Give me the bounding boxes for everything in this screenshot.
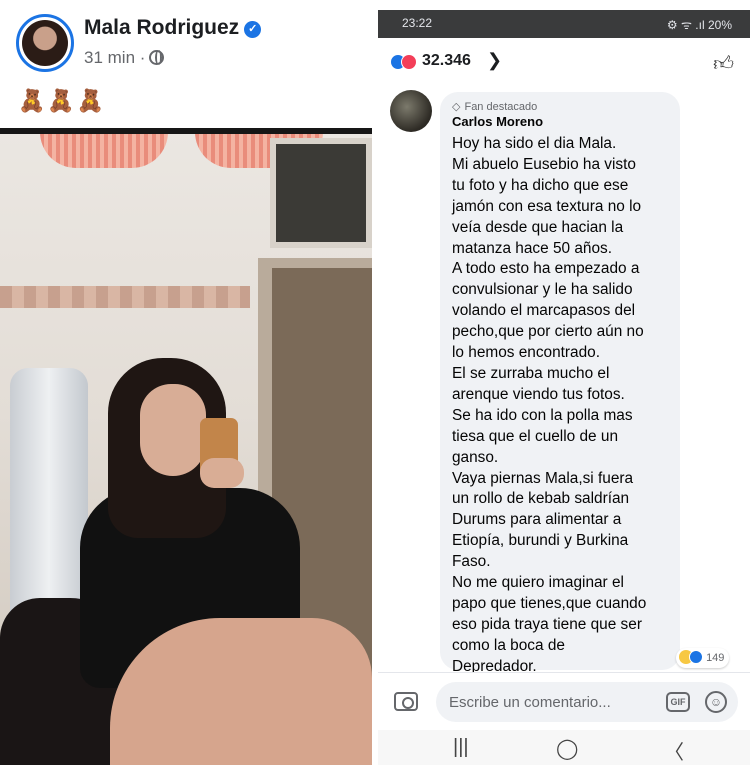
verified-badge-icon: ✓	[244, 21, 262, 38]
gif-button[interactable]: GIF	[666, 692, 690, 712]
post-photo[interactable]	[0, 128, 372, 765]
avatar-image	[22, 20, 68, 66]
comment-line: convulsionar y le ha salido	[452, 281, 633, 299]
comment-line: No me quiero imaginar el	[452, 574, 624, 592]
diamond-icon: ◇	[452, 101, 461, 113]
comment-line: Vaya piernas Mala,si fuera	[452, 469, 634, 487]
author-avatar[interactable]	[16, 14, 74, 72]
comment-line: Se ha ido con la polla mas	[452, 406, 633, 424]
comment-line: volando el marcapasos del	[452, 302, 636, 320]
comment-line: El se zurraba mucho el	[452, 364, 610, 382]
comment-line: matanza hace 50 años.	[452, 239, 613, 257]
comment-line: lo hemos encontrado.	[452, 344, 601, 362]
fan-badge: ◇ Fan destacado	[452, 100, 537, 113]
status-time: 23:22	[402, 16, 433, 30]
status-indicators: ⚙ ᯤ .ıl 20%	[666, 18, 732, 32]
like-reaction-icon	[689, 650, 703, 664]
tile-band	[0, 286, 250, 308]
comment-line: pecho,que por cierto aún no	[452, 323, 644, 341]
comment-line: eso pida traya tiene que ser	[452, 615, 642, 633]
comment-line: jamón con esa textura no lo	[452, 197, 642, 215]
post-caption: 🧸🧸🧸	[18, 88, 107, 113]
comment-bubble: ◇ Fan destacado Carlos Moreno Hoy ha sido…	[440, 92, 680, 675]
comment-composer: GIF ☺	[378, 672, 750, 730]
status-bar: 23:22 ⚙ ᯤ .ıl 20%	[378, 10, 750, 38]
comment-line: Faso.	[452, 553, 491, 571]
commenter-name[interactable]: Carlos Moreno	[452, 114, 543, 129]
comment-reactions[interactable]: 149	[676, 648, 730, 668]
comment-input[interactable]	[436, 682, 738, 722]
reaction-count[interactable]: 32.346	[422, 52, 471, 70]
home-button[interactable]: ◯	[556, 736, 578, 761]
author-name-row[interactable]: Mala Rodriguez ✓	[84, 16, 262, 40]
thumbs-up-icon[interactable]: 👍︎	[713, 52, 734, 76]
comment-line: A todo esto ha empezado a	[452, 260, 640, 278]
post-time[interactable]: 31 min ·	[84, 48, 145, 67]
phone-panel: 23:22 ⚙ ᯤ .ıl 20% 32.346 ❯ 👍︎ ◇ Fan desta…	[378, 0, 750, 765]
recents-button[interactable]: |||	[453, 736, 469, 759]
back-button[interactable]: 〈	[664, 736, 684, 765]
comment-line: como la boca de	[452, 636, 565, 654]
comment-line: un rollo de kebab saldrían	[452, 490, 630, 508]
android-nav-bar: ||| ◯ 〈	[378, 730, 750, 765]
comment-reaction-count: 149	[706, 652, 725, 664]
comment-line: Mi abuelo Eusebio ha visto	[452, 155, 636, 173]
photo-top-border	[0, 128, 372, 134]
comment-text: Hoy ha sido el dia Mala. Mi abuelo Eusebi…	[452, 134, 674, 678]
fan-badge-label: Fan destacado	[464, 101, 538, 113]
person-face	[140, 384, 206, 476]
chevron-right-icon[interactable]: ❯	[487, 50, 502, 71]
commenter-avatar[interactable]	[390, 90, 432, 132]
comment-line: ganso.	[452, 448, 499, 466]
comment-line: tu foto y ha dicho que ese	[452, 176, 629, 194]
comment-line: Hoy ha sido el dia Mala.	[452, 135, 617, 152]
comment-line: veía desde que hacian la	[452, 218, 624, 236]
comment-line: Durums para alimentar a	[452, 511, 622, 529]
post-panel: Mala Rodriguez ✓ 31 min · 🧸🧸🧸	[0, 0, 372, 765]
comment-line: papo que tienes,que cuando	[452, 594, 647, 612]
post-meta: 31 min ·	[84, 48, 165, 68]
love-reaction-icon	[401, 54, 417, 70]
person-hand	[200, 458, 244, 488]
comment-line: Etiopía, burundi y Burkina	[452, 532, 629, 550]
comment-line: tiesa que el cuello de un	[452, 427, 618, 445]
lamp-left	[40, 132, 168, 168]
comment-line: arenque viendo tus fotos.	[452, 385, 625, 403]
author-name[interactable]: Mala Rodriguez	[84, 16, 239, 39]
post-header: Mala Rodriguez ✓ 31 min · 🧸🧸🧸	[0, 0, 372, 128]
reactions-bar[interactable]: 32.346 ❯ 👍︎	[378, 38, 750, 86]
emoji-icon[interactable]: ☺	[705, 691, 727, 713]
camera-icon[interactable]	[394, 692, 418, 711]
globe-icon	[149, 50, 165, 65]
towel	[10, 368, 88, 618]
window	[270, 138, 372, 248]
